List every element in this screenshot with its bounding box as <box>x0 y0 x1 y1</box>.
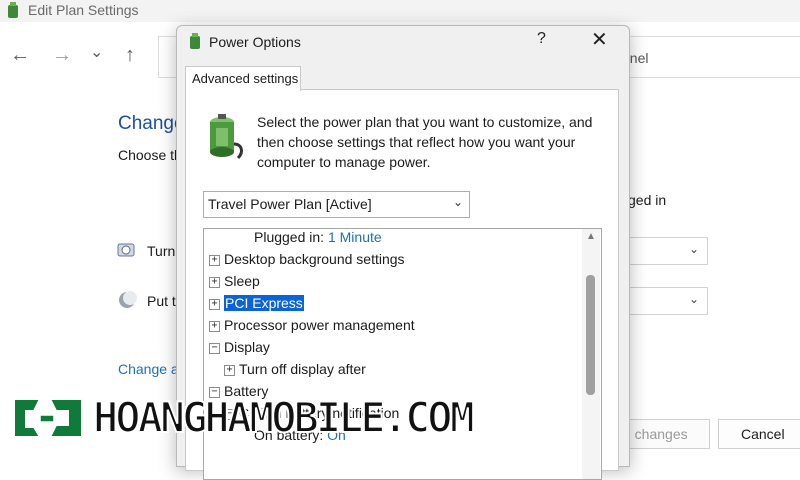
display-clock-icon <box>117 243 135 257</box>
plugged-in-setting[interactable]: Plugged in: 1 Minute <box>254 229 382 247</box>
tree-item-label: Display <box>224 339 270 355</box>
plugged-in-header: ged in <box>628 192 667 208</box>
turn-off-display-label: Turn <box>147 243 176 259</box>
display-timeout-select[interactable]: ⌄ <box>627 237 708 265</box>
expand-icon[interactable]: + <box>209 320 220 332</box>
collapse-icon[interactable]: − <box>209 342 220 354</box>
plugged-in-label: Plugged in: <box>254 229 325 245</box>
page-description: Choose th <box>118 147 182 163</box>
plugged-in-value[interactable]: 1 Minute <box>328 229 382 245</box>
tree-item-label: Desktop background settings <box>224 251 405 267</box>
tree-item-desktop-background[interactable]: + Desktop background settings <box>209 249 405 269</box>
expand-icon[interactable]: + <box>209 298 220 310</box>
help-button[interactable]: ? <box>537 30 546 48</box>
dialog-title: Power Options <box>209 34 301 50</box>
expand-icon[interactable]: + <box>209 254 220 266</box>
battery-plug-icon <box>210 114 243 160</box>
tree-item-processor-power[interactable]: + Processor power management <box>209 315 415 335</box>
chevron-down-icon: ⌄ <box>452 195 463 209</box>
sleep-moon-icon <box>119 291 137 308</box>
up-button[interactable]: ↑ <box>125 44 135 67</box>
settings-tree[interactable]: Plugged in: 1 Minute + Desktop background… <box>203 228 602 480</box>
scroll-up-icon[interactable]: ▲ <box>586 231 596 242</box>
scrollbar-thumb[interactable] <box>586 275 595 395</box>
watermark-logo <box>13 398 83 438</box>
change-advanced-settings-link[interactable]: Change a <box>118 361 179 377</box>
recent-locations-button[interactable]: ⌄ <box>90 42 103 62</box>
page-heading: Change <box>118 113 185 134</box>
close-button[interactable]: ✕ <box>591 27 608 52</box>
forward-button[interactable]: → <box>52 44 72 67</box>
tree-item-display[interactable]: − Display <box>209 337 270 357</box>
tree-item-sleep[interactable]: + Sleep <box>209 271 260 291</box>
background-window-title: Edit Plan Settings <box>28 2 139 18</box>
expand-icon[interactable]: + <box>224 364 235 376</box>
power-plan-value: Travel Power Plan [Active] <box>208 196 372 212</box>
power-options-icon <box>190 33 200 49</box>
tree-scrollbar[interactable]: ▲ <box>582 229 600 479</box>
tree-item-label: Sleep <box>224 273 260 289</box>
power-plan-select[interactable]: Travel Power Plan [Active] ⌄ <box>203 191 470 218</box>
cancel-button[interactable]: Cancel <box>718 419 800 449</box>
tree-item-label: Processor power management <box>224 317 415 333</box>
tab-advanced-settings[interactable]: Advanced settings <box>185 66 301 91</box>
chevron-down-icon: ⌄ <box>688 242 699 256</box>
power-options-icon <box>8 2 18 18</box>
sleep-timeout-select[interactable]: ⌄ <box>627 287 708 315</box>
tree-item-pci-express[interactable]: + PCI Express <box>209 293 304 313</box>
intro-text: Select the power plan that you want to c… <box>257 114 593 170</box>
tree-item-label-selected: PCI Express <box>224 295 304 311</box>
put-to-sleep-label: Put t <box>147 293 176 309</box>
tree-item-label: Turn off display after <box>239 361 366 377</box>
cancel-label: Cancel <box>741 426 785 442</box>
chevron-down-icon: ⌄ <box>688 292 699 306</box>
tab-label: Advanced settings <box>192 71 299 86</box>
back-button[interactable]: ← <box>10 44 30 67</box>
tree-item-turn-off-display[interactable]: + Turn off display after <box>224 359 366 379</box>
save-changes-label: e changes <box>623 426 688 442</box>
watermark-text: HOANGHAMOBILE.COM <box>92 392 476 443</box>
expand-icon[interactable]: + <box>209 276 220 288</box>
